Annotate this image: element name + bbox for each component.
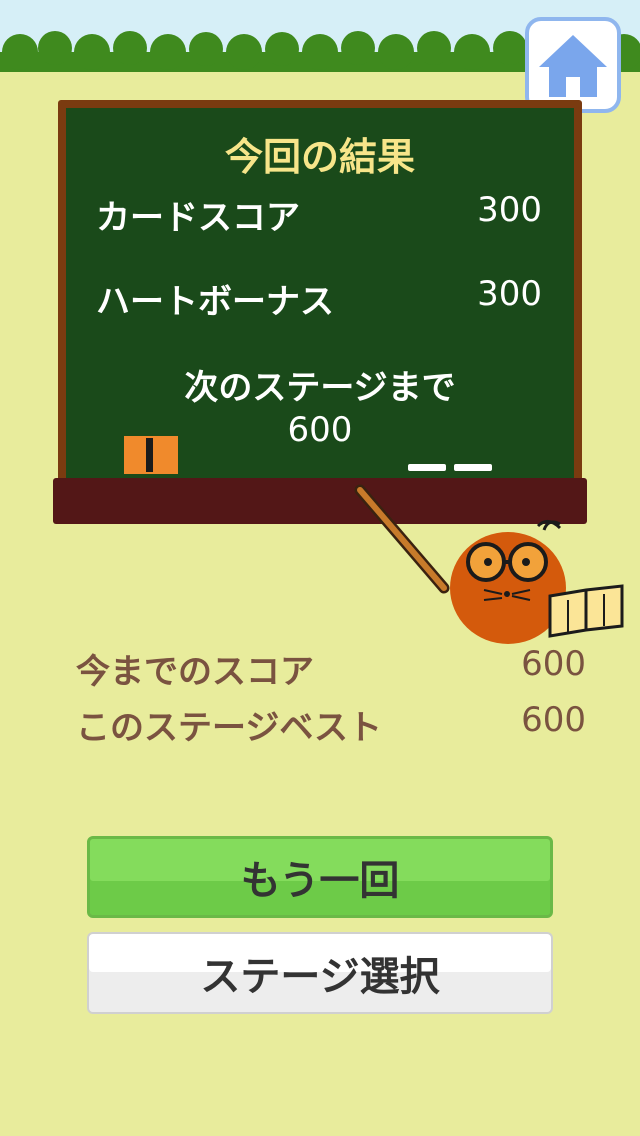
next-stage-label: 次のステージまで [184, 368, 456, 408]
card-score-value: 300 [477, 190, 542, 230]
total-score-label: 今までのスコア [76, 652, 314, 692]
result-title: 今回の結果 [224, 135, 415, 179]
chalk-sticks-icon [408, 464, 492, 471]
stage-select-button[interactable]: ステージ選択 [87, 932, 553, 1014]
pointer-stick-icon [354, 484, 450, 594]
next-stage-value: 600 [287, 410, 353, 450]
heart-bonus-label: ハートボーナス [96, 282, 334, 322]
total-score-value: 600 [521, 644, 586, 684]
heart-bonus-value: 300 [477, 274, 542, 314]
retry-button-label: もう一回 [240, 858, 400, 904]
teacher-mascot-icon [450, 520, 624, 644]
card-score-label: カードスコア [96, 198, 300, 238]
stage-best-value: 600 [521, 700, 586, 740]
home-button[interactable] [525, 17, 621, 113]
retry-button[interactable]: もう一回 [87, 836, 553, 918]
eraser-icon [124, 436, 178, 474]
stage-select-button-label: ステージ選択 [200, 954, 440, 1000]
home-icon [539, 35, 607, 97]
stage-best-label: このステージベスト [76, 708, 382, 748]
